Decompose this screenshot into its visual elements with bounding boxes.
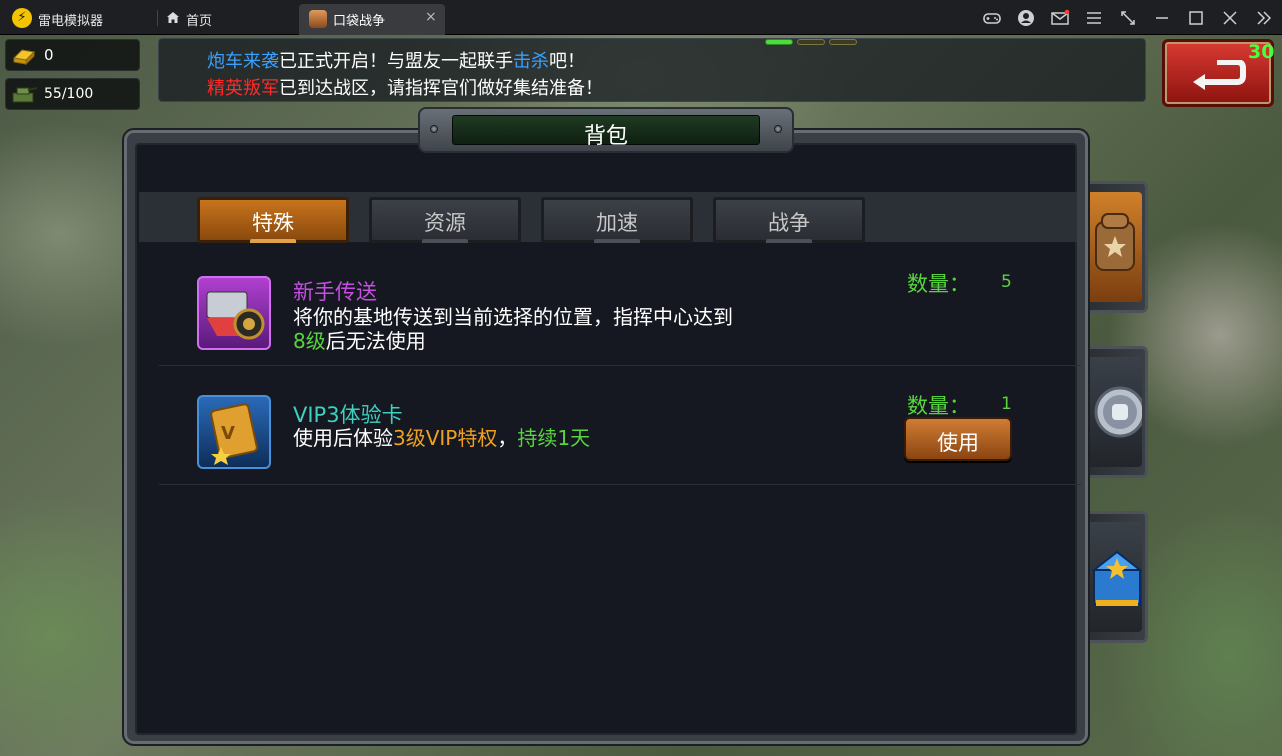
teleport-item-icon bbox=[197, 276, 271, 350]
item-name: 新手传送 bbox=[293, 280, 377, 304]
tab-war[interactable]: 战争 bbox=[713, 197, 865, 243]
titlebar-divider bbox=[157, 10, 158, 26]
quantity-value: 1 bbox=[1001, 394, 1012, 414]
quantity-label: 数量： bbox=[907, 394, 970, 418]
tab-label: 战争 bbox=[768, 211, 810, 235]
backpack-panel: 特殊 资源 加速 战争 新手传送 将你的基地传送到当前选择的位置，指挥中心达到8… bbox=[124, 130, 1088, 744]
troops-value: 55/100 bbox=[44, 86, 94, 102]
quantity-value: 5 bbox=[1001, 272, 1012, 292]
plate-screw bbox=[774, 125, 782, 133]
item-name: VIP3体验卡 bbox=[293, 403, 403, 427]
fist-medal-icon bbox=[1086, 357, 1146, 467]
close-icon[interactable] bbox=[1220, 8, 1240, 28]
game-tab-icon bbox=[309, 10, 327, 28]
home-icon[interactable] bbox=[166, 11, 180, 24]
list-item[interactable]: 新手传送 将你的基地传送到当前选择的位置，指挥中心达到8级后无法使用 数量： 5 bbox=[159, 248, 1081, 366]
plate-screw bbox=[430, 125, 438, 133]
troops-icon bbox=[12, 87, 38, 103]
panel-title-frame: 背包 bbox=[452, 115, 760, 149]
shrink-icon[interactable] bbox=[1118, 8, 1138, 28]
panel-title: 背包 bbox=[583, 124, 628, 149]
item-desc-highlight: 8级 bbox=[293, 329, 326, 353]
return-arrow-icon bbox=[1193, 60, 1246, 90]
tab-label: 加速 bbox=[596, 211, 638, 235]
countdown-timer: 30 bbox=[1248, 41, 1275, 63]
troops-resource[interactable]: 55/100 bbox=[5, 78, 140, 110]
use-button[interactable]: 使用 bbox=[904, 417, 1012, 461]
user-icon[interactable] bbox=[1016, 8, 1036, 28]
item-desc-text: 后无法使用 bbox=[325, 329, 426, 353]
emulator-app-name: 雷电模拟器 bbox=[38, 14, 104, 29]
tab-notch bbox=[250, 239, 296, 243]
collapse-icon[interactable] bbox=[1254, 8, 1274, 28]
news-text: 已到达战区，请指挥官们做好集结准备！ bbox=[279, 78, 603, 99]
maximize-icon[interactable] bbox=[1186, 8, 1206, 28]
tab-notch bbox=[594, 239, 640, 243]
quantity-label: 数量： bbox=[907, 272, 970, 296]
tab-notch bbox=[766, 239, 812, 243]
news-page-dot[interactable] bbox=[829, 39, 857, 45]
item-description: 使用后体验3级VIP特权，持续1天 bbox=[293, 426, 793, 450]
gamepad-icon[interactable] bbox=[982, 8, 1002, 28]
news-text: 已正式开启！与盟友一起联手 bbox=[279, 51, 513, 72]
backpack-icon bbox=[1086, 192, 1142, 302]
svg-text:V: V bbox=[221, 423, 235, 444]
news-line-2: 精英叛军已到达战区，请指挥官们做好集结准备！ bbox=[207, 74, 603, 100]
item-desc-highlight: 持续1天 bbox=[517, 426, 591, 450]
item-desc-highlight: 3级VIP特权 bbox=[393, 426, 498, 450]
news-text: 吧！ bbox=[549, 51, 585, 72]
panel-title-plate: 背包 bbox=[418, 107, 794, 153]
use-button-label: 使用 bbox=[937, 431, 979, 455]
tab-special[interactable]: 特殊 bbox=[197, 197, 349, 243]
mail-icon[interactable] bbox=[1050, 8, 1070, 28]
tab-label: 资源 bbox=[424, 211, 466, 235]
news-page-dot[interactable] bbox=[765, 39, 793, 45]
tab-notch bbox=[422, 239, 468, 243]
gold-resource[interactable]: 0 bbox=[5, 39, 140, 71]
game-tab[interactable]: 口袋战争 × bbox=[299, 4, 445, 35]
list-item[interactable]: V VIP3体验卡 使用后体验3级VIP特权，持续1天 数量： 1 使用 bbox=[159, 367, 1081, 485]
tab-speedup[interactable]: 加速 bbox=[541, 197, 693, 243]
tab-resources[interactable]: 资源 bbox=[369, 197, 521, 243]
news-page-dot[interactable] bbox=[797, 39, 825, 45]
menu-icon[interactable] bbox=[1084, 8, 1104, 28]
news-highlight: 精英叛军 bbox=[207, 78, 279, 99]
minimize-icon[interactable] bbox=[1152, 8, 1172, 28]
side-button-alliance[interactable] bbox=[1082, 346, 1148, 478]
gold-bar-icon bbox=[12, 49, 36, 66]
news-ticker: 炮车来袭已正式开启！与盟友一起联手击杀吧！ 精英叛军已到达战区，请指挥官们做好集… bbox=[158, 38, 1146, 102]
game-screen: 0 55/100 炮车来袭已正式开启！与盟友一起联手击杀吧！ 精英叛军已到达战区… bbox=[0, 35, 1282, 756]
item-description: 将你的基地传送到当前选择的位置，指挥中心达到8级后无法使用 bbox=[293, 305, 733, 353]
vip-card-icon: V bbox=[197, 395, 271, 469]
treasure-chest-icon bbox=[1086, 522, 1143, 632]
item-desc-text: ， bbox=[497, 426, 518, 450]
tab-label: 特殊 bbox=[252, 211, 294, 235]
side-button-chest[interactable] bbox=[1082, 511, 1148, 643]
home-tab[interactable]: 首页 bbox=[186, 10, 212, 29]
backpack-content: 特殊 资源 加速 战争 新手传送 将你的基地传送到当前选择的位置，指挥中心达到8… bbox=[135, 143, 1081, 735]
emulator-window: ⚡ 雷电模拟器 首页 口袋战争 × 0 55/100 炮车来袭已正式开启！与盟友… bbox=[0, 0, 1282, 756]
side-button-backpack[interactable] bbox=[1082, 181, 1148, 313]
tab-close-icon[interactable]: × bbox=[425, 9, 437, 25]
emulator-logo-icon: ⚡ bbox=[12, 8, 32, 28]
item-desc-text: 将你的基地传送到当前选择的位置，指挥中心达到 bbox=[293, 305, 733, 329]
item-desc-text: 使用后体验 bbox=[293, 426, 393, 450]
emulator-titlebar: ⚡ 雷电模拟器 首页 口袋战争 × bbox=[0, 0, 1282, 35]
news-highlight: 击杀 bbox=[513, 51, 549, 72]
gold-value: 0 bbox=[44, 46, 54, 64]
news-line-1: 炮车来袭已正式开启！与盟友一起联手击杀吧！ bbox=[207, 47, 585, 73]
game-tab-label: 口袋战争 bbox=[333, 14, 386, 29]
news-page-indicator bbox=[765, 39, 861, 47]
backpack-tabs: 特殊 资源 加速 战争 bbox=[139, 192, 1077, 243]
news-highlight: 炮车来袭 bbox=[207, 51, 279, 72]
